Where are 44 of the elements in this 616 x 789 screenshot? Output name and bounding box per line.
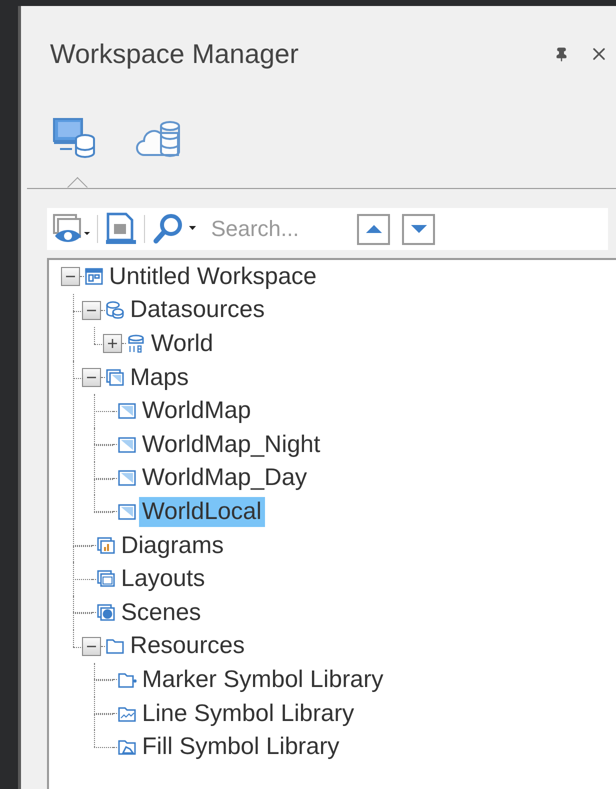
document-icon: [104, 212, 138, 246]
search-dropdown[interactable]: [151, 212, 199, 246]
tree-item[interactable]: Line Symbol Library: [139, 698, 358, 729]
database-icon: [126, 334, 146, 354]
tree-item[interactable]: WorldMap_Night: [139, 430, 324, 460]
window-icon: [84, 266, 104, 287]
tree-item[interactable]: Datasources: [127, 295, 268, 326]
tree-item[interactable]: Scenes: [118, 598, 204, 628]
tree-item[interactable]: Fill Symbol Library: [139, 732, 342, 762]
move-up-button[interactable]: [357, 214, 390, 244]
tree-item[interactable]: Untitled Workspace: [106, 262, 320, 292]
map-icon: [117, 401, 137, 422]
tab[interactable]: [50, 116, 98, 160]
map-icon: [117, 502, 137, 522]
collapse-button[interactable]: [82, 368, 101, 388]
map-icon: [117, 468, 137, 488]
collapse-button[interactable]: [82, 300, 101, 320]
expand-button[interactable]: [103, 334, 122, 354]
document-button[interactable]: [104, 212, 138, 246]
layout-icon: [96, 569, 116, 590]
plus-icon: [107, 338, 118, 350]
pin-icon: [554, 46, 568, 62]
tree-item[interactable]: Maps: [127, 362, 192, 393]
search-field[interactable]: Search...: [209, 215, 353, 243]
up-arrow-icon: [364, 224, 382, 234]
panel-title: Workspace Manager: [50, 38, 300, 70]
map-icon: [117, 434, 137, 455]
collapse-button[interactable]: [82, 636, 101, 656]
tree-item[interactable]: WorldMap_Day: [139, 463, 310, 494]
tree-item[interactable]: Layouts: [118, 564, 208, 594]
tree-item[interactable]: World: [148, 328, 216, 359]
tree-item[interactable]: Marker Symbol Library: [139, 664, 386, 695]
move-down-button[interactable]: [402, 214, 435, 244]
chart-icon: [96, 536, 116, 556]
map-icon: [105, 368, 125, 388]
search-icon: [151, 212, 199, 246]
tree-item[interactable]: WorldLocal: [139, 496, 265, 527]
tree-item[interactable]: Diagrams: [118, 530, 227, 561]
down-arrow-icon: [410, 224, 428, 234]
computer-database-icon: [52, 117, 96, 159]
tree-item[interactable]: WorldMap: [139, 396, 254, 426]
database-icon: [105, 300, 125, 320]
collapse-button[interactable]: [61, 267, 80, 286]
tree-item[interactable]: Resources: [127, 631, 248, 662]
